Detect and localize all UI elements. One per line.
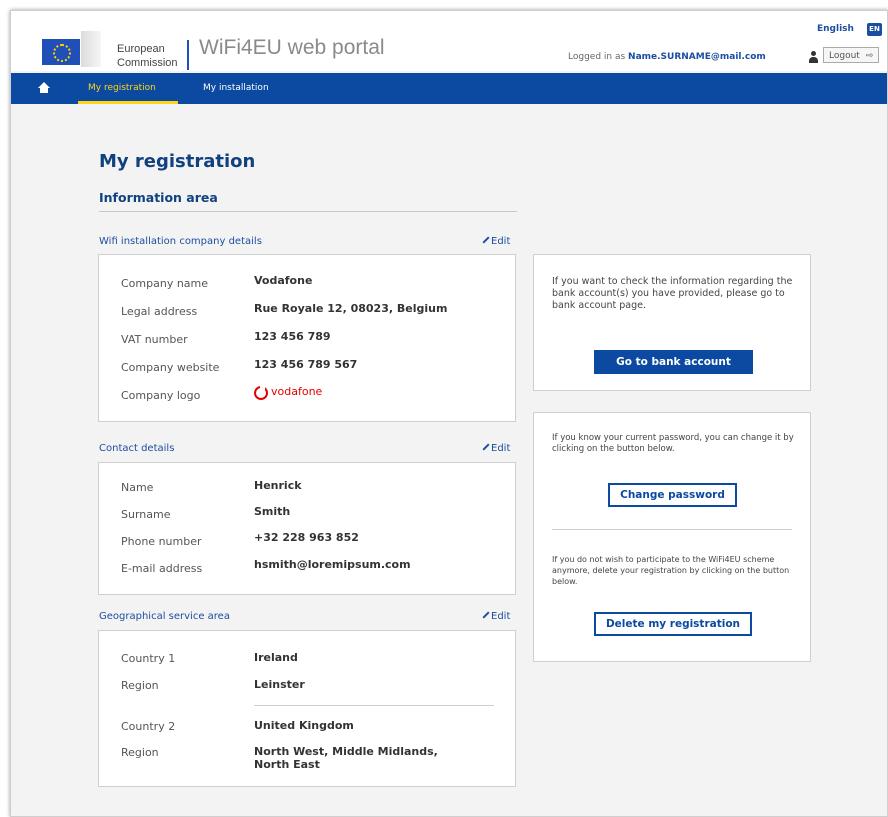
divider xyxy=(99,211,517,212)
edit-label: Edit xyxy=(491,236,511,247)
eu-stars-icon xyxy=(53,44,71,62)
company-edit-link[interactable]: Edit xyxy=(482,236,510,247)
geo-area-card: Country 1 Ireland Region Leinster Countr… xyxy=(98,630,516,787)
company-section-label: Wifi installation company details xyxy=(99,236,262,247)
account-actions-card: If you know your current password, you c… xyxy=(533,412,811,662)
email-value: hsmith@loremipsum.com xyxy=(254,558,411,571)
company-details-card: Company name Vodafone Legal address Rue … xyxy=(98,254,516,422)
geo-section-label: Geographical service area xyxy=(99,611,230,622)
company-name-label: Company name xyxy=(121,277,209,290)
bank-account-card: If you want to check the information reg… xyxy=(533,254,811,391)
region-1-label: Region xyxy=(121,679,159,692)
logout-icon: ⇨ xyxy=(865,51,874,61)
vodafone-logo-icon xyxy=(254,385,268,400)
name-value: Henrick xyxy=(254,479,302,492)
pencil-icon xyxy=(482,236,490,244)
contact-edit-link[interactable]: Edit xyxy=(482,443,510,454)
logged-in-user: Name.SURNAME@mail.com xyxy=(628,52,766,62)
change-password-info: If you know your current password, you c… xyxy=(552,433,794,454)
phone-number-label: Phone number xyxy=(121,535,202,548)
country-2-value: United Kingdom xyxy=(254,719,354,732)
commission-line-1: European xyxy=(117,43,165,55)
region-2-label: Region xyxy=(121,746,159,759)
company-website-label: Company website xyxy=(121,361,220,374)
region-1-value: Leinster xyxy=(254,678,305,691)
logged-in-info: Logged in as Name.SURNAME@mail.com xyxy=(568,52,766,62)
company-logo-label: Company logo xyxy=(121,389,201,402)
tab-my-registration[interactable]: My registration xyxy=(78,73,178,104)
browser-page: European Commission WiFi4EU web portal E… xyxy=(10,10,888,817)
geo-edit-link[interactable]: Edit xyxy=(482,611,510,622)
contact-details-card: Name Henrick Surname Smith Phone number … xyxy=(98,462,516,595)
page-title: My registration xyxy=(99,151,256,172)
phone-number-value: +32 228 963 852 xyxy=(254,531,359,544)
vat-number-value: 123 456 789 xyxy=(254,330,331,343)
pencil-icon xyxy=(482,443,490,451)
site-header: European Commission WiFi4EU web portal E… xyxy=(11,11,887,71)
logout-button[interactable]: Logout ⇨ xyxy=(823,47,879,63)
commission-line-2: Commission xyxy=(117,57,178,69)
logout-label: Logout xyxy=(829,51,860,61)
logged-in-prefix: Logged in as xyxy=(568,52,626,62)
edit-label: Edit xyxy=(491,611,511,622)
edit-label: Edit xyxy=(491,443,511,454)
main-navigation: My registration My installation xyxy=(11,73,887,104)
country-1-value: Ireland xyxy=(254,651,298,664)
company-logo: vodafone xyxy=(254,385,354,401)
bank-account-info: If you want to check the information reg… xyxy=(552,276,793,311)
pencil-icon xyxy=(482,611,490,619)
legal-address-label: Legal address xyxy=(121,305,198,318)
go-to-bank-account-button[interactable]: Go to bank account xyxy=(594,350,753,374)
company-name-value: Vodafone xyxy=(254,274,313,287)
email-label: E-mail address xyxy=(121,562,203,575)
delete-registration-info: If you do not wish to participate to the… xyxy=(552,555,790,586)
language-selector[interactable]: English xyxy=(817,24,854,34)
information-area-heading: Information area xyxy=(99,190,218,205)
surname-label: Surname xyxy=(121,508,171,521)
country-divider xyxy=(254,705,494,706)
change-password-button[interactable]: Change password xyxy=(608,483,737,507)
country-1-label: Country 1 xyxy=(121,652,176,665)
name-label: Name xyxy=(121,481,154,494)
country-2-label: Country 2 xyxy=(121,720,176,733)
logo-fold-decoration xyxy=(81,31,101,67)
portal-title: WiFi4EU web portal xyxy=(199,36,385,59)
contact-section-label: Contact details xyxy=(99,443,175,454)
commission-name: European Commission xyxy=(117,42,178,70)
surname-value: Smith xyxy=(254,505,291,518)
eu-flag-logo xyxy=(42,39,80,65)
legal-address-value: Rue Royale 12, 08023, Belgium xyxy=(254,302,448,315)
user-icon xyxy=(808,51,819,63)
region-2-value: North West, Middle Midlands, North East xyxy=(254,745,438,771)
vodafone-logo-text: vodafone xyxy=(271,385,323,398)
home-icon[interactable] xyxy=(38,82,50,94)
tab-my-installation[interactable]: My installation xyxy=(203,73,269,104)
vat-number-label: VAT number xyxy=(121,333,188,346)
company-website-value: 123 456 789 567 xyxy=(254,358,358,371)
logo-separator xyxy=(187,40,189,70)
divider xyxy=(552,529,792,530)
language-code-badge[interactable]: EN xyxy=(867,23,882,36)
delete-registration-button[interactable]: Delete my registration xyxy=(594,612,752,636)
